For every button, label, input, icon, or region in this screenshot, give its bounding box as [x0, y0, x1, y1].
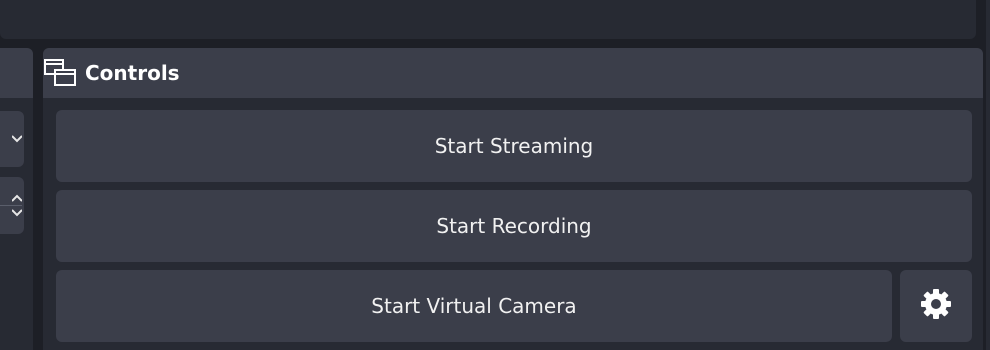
virtual-camera-settings-button[interactable] [900, 270, 972, 342]
start-recording-label: Start Recording [436, 214, 592, 238]
start-virtual-camera-button[interactable]: Start Virtual Camera [56, 270, 892, 342]
left-dock-spin-button[interactable] [0, 177, 24, 234]
chevron-up-down-icon [0, 194, 22, 217]
left-dock-header [0, 48, 33, 98]
controls-dock-title: Controls [85, 61, 180, 85]
controls-dock-header[interactable]: Controls [43, 48, 983, 98]
top-panel [0, 0, 976, 39]
chevron-down-icon [11, 132, 23, 146]
dock-window-icon [43, 58, 77, 88]
controls-dock: Controls Start Streaming Start Recording… [43, 48, 983, 350]
start-streaming-button[interactable]: Start Streaming [56, 110, 972, 182]
start-recording-button[interactable]: Start Recording [56, 190, 972, 262]
start-virtual-camera-label: Start Virtual Camera [371, 294, 577, 318]
obs-window: Controls Start Streaming Start Recording… [0, 0, 990, 350]
right-edge-panel [986, 0, 990, 350]
gear-icon [920, 288, 952, 325]
start-streaming-label: Start Streaming [434, 134, 594, 158]
left-dock-dropdown-button[interactable] [0, 111, 24, 167]
